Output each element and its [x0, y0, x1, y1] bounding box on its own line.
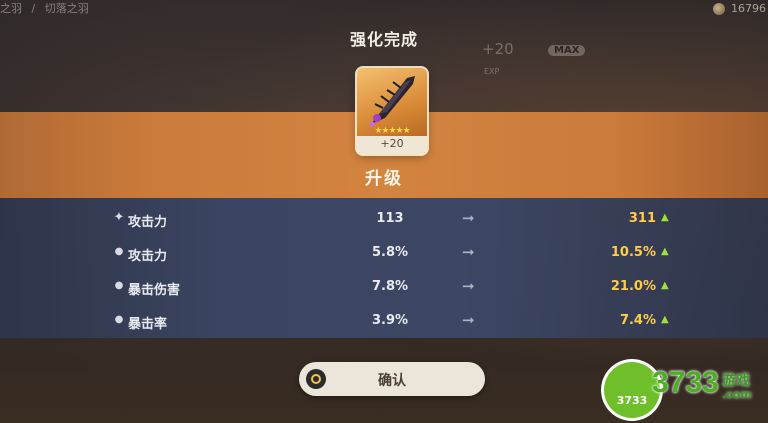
increase-arrow-icon: ▲: [661, 246, 669, 257]
arrow-right-icon: ➞: [462, 243, 475, 261]
bullet-icon: ●: [114, 246, 124, 257]
watermark-logo: 3733 3733 游戏 .com: [602, 358, 768, 423]
stat-row: ✦ 攻击力 113 ➞ 311 ▲: [0, 202, 768, 236]
stat-old-value: 5.8%: [371, 245, 409, 260]
exp-label: EXP: [484, 67, 500, 76]
watermark-domain: .com: [722, 388, 752, 401]
stats-table: ✦ 攻击力 113 ➞ 311 ▲ ● 攻击力 5.8% ➞ 10.5% ▲ ●…: [0, 198, 768, 338]
stat-name: 攻击力: [128, 249, 168, 264]
stat-row: ● 暴击率 3.9% ➞ 7.4% ▲: [0, 304, 768, 338]
stat-row: ● 攻击力 5.8% ➞ 10.5% ▲: [0, 236, 768, 270]
rarity-stars: ★★★★★: [374, 126, 410, 136]
breadcrumb-item: 之羽: [0, 2, 22, 15]
stat-new-value: 7.4%: [619, 313, 656, 328]
watermark-number: 3733: [652, 366, 719, 399]
arrow-right-icon: ➞: [462, 209, 475, 227]
bullet-icon: ●: [114, 280, 124, 291]
stat-name: 攻击力: [128, 215, 168, 230]
stat-new-value: 311: [628, 211, 656, 226]
breadcrumb-item: 切落之羽: [44, 2, 89, 15]
stat-name: 暴击率: [128, 317, 168, 332]
increase-arrow-icon: ▲: [661, 212, 669, 223]
watermark-cn: 游戏: [722, 373, 750, 389]
coin-icon: [713, 3, 725, 15]
confirm-button[interactable]: 确认: [299, 362, 485, 396]
stat-row: ● 暴击伤害 7.8% ➞ 21.0% ▲: [0, 270, 768, 304]
breadcrumb-separator: /: [31, 2, 36, 15]
sparkle-icon: ✦: [113, 210, 125, 225]
bullet-icon: ●: [114, 314, 124, 325]
breadcrumb: 之羽 / 切落之羽: [0, 0, 95, 18]
arrow-right-icon: ➞: [462, 311, 475, 329]
stat-new-value: 10.5%: [610, 245, 656, 260]
currency-display: 16796: [713, 0, 768, 18]
increase-arrow-icon: ▲: [661, 280, 669, 291]
arrow-right-icon: ➞: [462, 277, 475, 295]
item-card: ★★★★★ +20: [357, 68, 427, 154]
page-title: 强化完成: [349, 30, 418, 49]
currency-amount: 16796: [731, 2, 766, 15]
stat-old-value: 113: [376, 211, 404, 226]
banner-label: 升级: [365, 169, 403, 189]
item-level: +20: [380, 137, 404, 150]
stat-new-value: 21.0%: [610, 279, 656, 294]
confirm-label: 确认: [378, 373, 406, 389]
increase-arrow-icon: ▲: [661, 314, 669, 325]
stat-old-value: 3.9%: [371, 313, 409, 328]
stat-old-value: 7.8%: [371, 279, 409, 294]
stat-name: 暴击伤害: [128, 283, 181, 298]
